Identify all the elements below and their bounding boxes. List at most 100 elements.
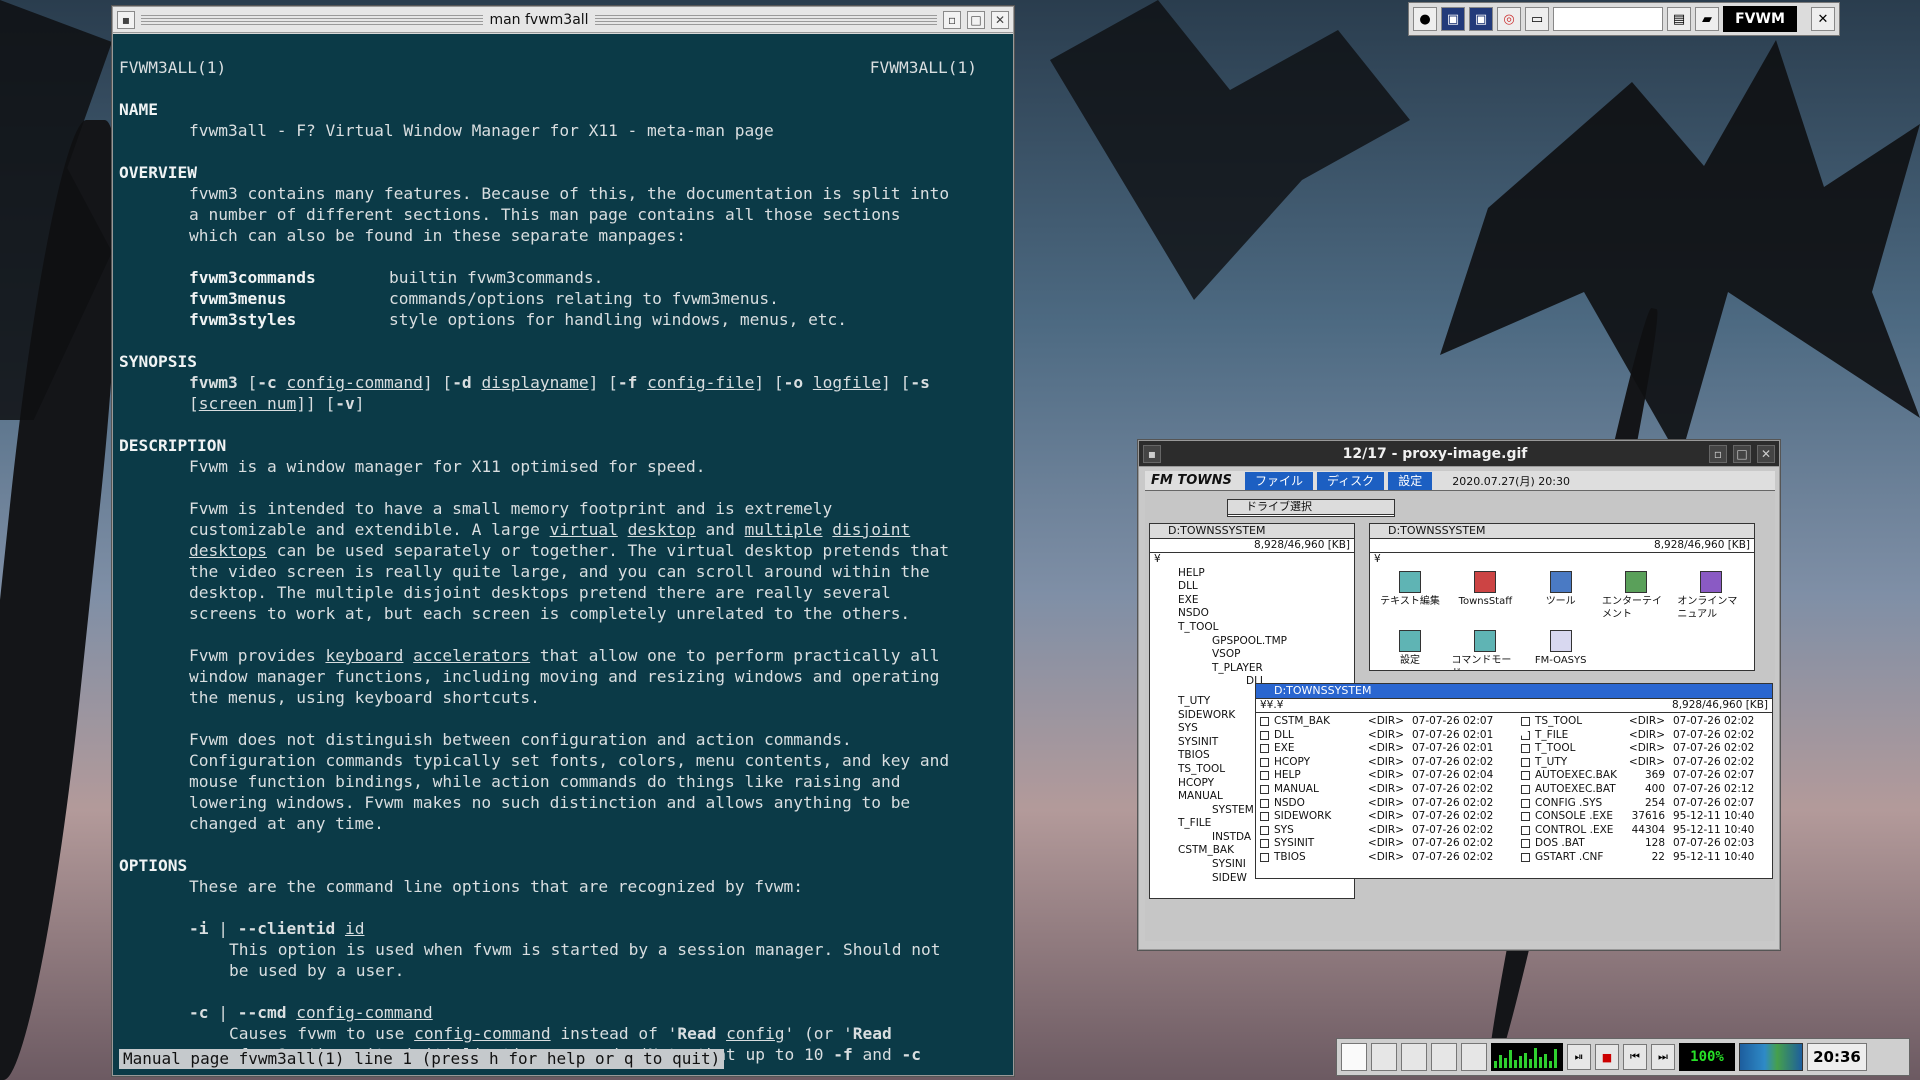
file-name: CONTROL .EXE (1535, 823, 1614, 836)
description-line: customizable and extendible. A large vir… (189, 520, 911, 539)
play-pause-icon[interactable]: ⏯ (1567, 1044, 1591, 1070)
minimize-button[interactable]: ▫ (1709, 444, 1727, 463)
drive-select-title: ドライブ選択 (1228, 500, 1394, 515)
manpage-entry: fvwm3commands builtin fvwm3commands. (119, 267, 1007, 288)
file-date: 07-07-26 02:12 (1673, 782, 1755, 795)
file-size: <DIR> (1367, 728, 1404, 741)
window-list-icon[interactable]: ▣ (1441, 7, 1465, 31)
terminal-titlebar[interactable]: ▪ man fvwm3all ▫ □ ✕ (113, 7, 1013, 33)
file-row: T_FILE <DIR> 07-07-26 02:02 (1521, 729, 1768, 743)
fvwm-logo[interactable]: FVWM (1723, 6, 1797, 32)
section-description: DESCRIPTION (119, 436, 227, 455)
close-button[interactable]: ✕ (1757, 444, 1775, 463)
app-icon-label: TownsStaff (1458, 595, 1513, 607)
image-viewer-window[interactable]: ▪ 12/17 - proxy-image.gif ▫ □ ✕ FM TOWNS… (1138, 440, 1780, 950)
file-icon (1260, 825, 1269, 835)
tree-item: EXE (1178, 593, 1199, 606)
section-synopsis: SYNOPSIS (119, 352, 197, 371)
file-date: 07-07-26 02:02 (1673, 728, 1755, 741)
next-icon[interactable]: ⏭ (1651, 1044, 1675, 1070)
maximize-button[interactable]: □ (1733, 444, 1751, 463)
file-size: <DIR> (1367, 715, 1404, 727)
record-icon[interactable]: ● (1413, 7, 1437, 31)
file-name: CONFIG .SYS (1535, 796, 1603, 809)
blank-icon[interactable]: ▭ (1525, 7, 1549, 31)
description-line: changed at any time. (189, 814, 384, 833)
options-intro: These are the command line options that … (189, 877, 803, 896)
man-header-right: FVWM3ALL(1) (869, 58, 977, 77)
folder-icon[interactable]: ▰ (1695, 7, 1719, 31)
palm-fronds-mid (1050, 0, 1410, 300)
description-line: screens to work at, but each screen is c… (189, 604, 911, 623)
pager-desk-1[interactable] (1341, 1043, 1367, 1071)
file-name: HELP (1274, 769, 1301, 782)
file-row: CSTM_BAK <DIR> 07-07-26 02:07 (1260, 715, 1507, 729)
file-date: 07-07-26 02:02 (1412, 810, 1494, 823)
viewer-titlebar[interactable]: ▪ 12/17 - proxy-image.gif ▫ □ ✕ (1139, 441, 1779, 467)
titlebar-stripes (594, 14, 938, 25)
tree-item: NSDO (1178, 607, 1209, 620)
towns-list-window: D:TOWNSSYSTEM ¥¥.¥ 8,928/46,960 [KB] CSTM… (1255, 683, 1773, 879)
file-icon (1260, 730, 1269, 740)
manpage-cmd: fvwm3styles (189, 310, 297, 329)
file-date: 95-12-11 10:40 (1673, 810, 1755, 823)
description-fragment: customizable and extendible. A large (189, 520, 550, 539)
terminal-window[interactable]: ▪ man fvwm3all ▫ □ ✕ FVWM3ALL(1) FVWM3ALL… (112, 6, 1014, 1076)
file-name: DLL (1274, 728, 1294, 741)
file-row: EXE <DIR> 07-07-26 02:01 (1260, 742, 1507, 756)
manual-icon (1700, 570, 1723, 593)
window-menu-button[interactable]: ▪ (1143, 444, 1161, 463)
tree-item: ¥ (1154, 553, 1161, 565)
description-line: window manager functions, including movi… (189, 667, 940, 686)
desktop-icon[interactable]: ▤ (1667, 7, 1691, 31)
file-name: CSTM_BAK (1274, 715, 1330, 727)
maximize-button[interactable]: □ (967, 10, 986, 29)
overview-line: which can also be found in these separat… (189, 226, 687, 245)
file-icon (1521, 744, 1530, 754)
close-icon[interactable]: ✕ (1811, 7, 1835, 31)
pager-desk-3[interactable] (1401, 1043, 1427, 1071)
file-icon (1260, 798, 1269, 808)
volume-display[interactable]: 100% (1679, 1043, 1735, 1071)
file-date: 07-07-26 02:01 (1412, 742, 1494, 755)
list-window-info: ¥¥.¥ 8,928/46,960 [KB] (1256, 699, 1772, 713)
file-name: TBIOS (1274, 850, 1306, 863)
pager-desk-4[interactable] (1431, 1043, 1457, 1071)
file-icon (1521, 784, 1530, 794)
terminal-screen[interactable]: FVWM3ALL(1) FVWM3ALL(1) NAME fvwm3all - F? … (113, 34, 1013, 1075)
file-date: 07-07-26 02:02 (1412, 823, 1494, 836)
file-icon (1521, 825, 1530, 835)
file-date: 07-07-26 02:02 (1673, 755, 1755, 768)
window-list-icon[interactable]: ▣ (1469, 7, 1493, 31)
description-line: Fvwm is intended to have a small memory … (189, 499, 833, 518)
window-menu-button[interactable]: ▪ (117, 10, 135, 29)
app-icon-label: 設定 (1400, 654, 1420, 666)
file-date: 07-07-26 02:04 (1412, 769, 1494, 782)
file-icon (1521, 771, 1530, 781)
file-row: AUTOEXEC.BAT 400 07-07-26 02:12 (1521, 783, 1768, 797)
stop-icon[interactable]: ■ (1595, 1044, 1619, 1070)
file-row: NSDO <DIR> 07-07-26 02:02 (1260, 797, 1507, 811)
file-name: SYSINIT (1274, 837, 1315, 850)
file-size: <DIR> (1367, 782, 1404, 795)
minimize-button[interactable]: ▫ (943, 10, 962, 29)
file-date: 07-07-26 02:02 (1412, 755, 1494, 768)
file-name: HCOPY (1274, 755, 1311, 768)
pager-desk-5[interactable] (1461, 1043, 1487, 1071)
icon-window-path: ¥ (1374, 553, 1381, 565)
description-line: Configuration commands typically set fon… (189, 751, 950, 770)
lifebuoy-icon[interactable]: ◎ (1497, 7, 1521, 31)
icon-grid: テキスト編集 TownsStaff ツール エンターテイメント オンラインマニュ… (1370, 567, 1754, 670)
previous-icon[interactable]: ⏮ (1623, 1044, 1647, 1070)
file-name: GSTART .CNF (1535, 850, 1604, 863)
file-name: NSDO (1274, 796, 1305, 809)
run-input[interactable] (1553, 7, 1663, 31)
option-clientid: -i | --clientid id (189, 919, 365, 938)
pager-desk-2[interactable] (1371, 1043, 1397, 1071)
file-name: T_TOOL (1535, 742, 1576, 755)
file-date: 07-07-26 02:07 (1673, 769, 1755, 782)
close-button[interactable]: ✕ (991, 10, 1010, 29)
file-name: T_FILE (1535, 728, 1569, 741)
file-row: CONFIG .SYS 254 07-07-26 02:07 (1521, 797, 1768, 811)
overview-line: a number of different sections. This man… (189, 205, 901, 224)
